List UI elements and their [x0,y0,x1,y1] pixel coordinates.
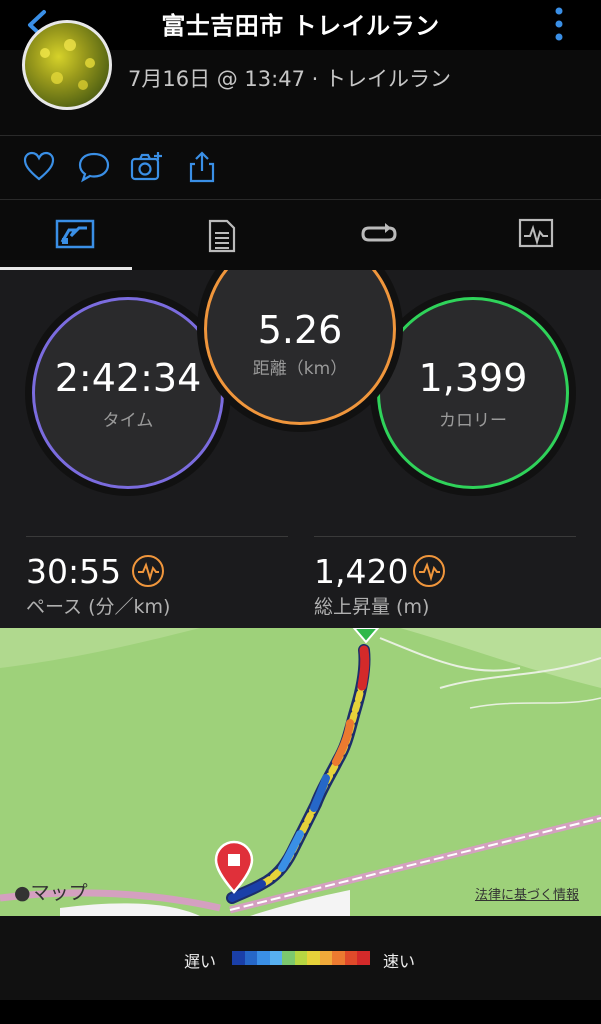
distance-ring: 5.26 距離（km） [204,270,396,425]
map-legal-link[interactable]: 法律に基づく情報 [475,884,579,903]
divider [26,536,288,537]
time-label: タイム [102,410,154,431]
legend-swatch [357,951,371,965]
legend-swatch [294,951,308,965]
heart-icon[interactable] [22,150,56,184]
overview-icon [55,219,95,249]
calories-ring: 1,399 カロリー [377,297,569,489]
tab-laps[interactable] [304,200,454,270]
pace-value: 30:55 [26,552,122,591]
document-icon [208,219,236,253]
tab-details[interactable] [147,200,297,270]
laps-icon [361,223,397,242]
share-icon[interactable] [185,150,219,184]
apple-logo-icon: ● [14,882,31,904]
activity-datetime: 7月16日 @ 13:47 · トレイルラン [128,67,451,91]
route-map[interactable]: ●マップ 法律に基づく情報 [0,628,601,916]
legend-slow-label: 遅い [184,952,217,971]
stats-panel: 2:42:34 タイム 5.26 距離（km） 1,399 カロリー 30:55… [0,270,601,628]
maps-logo: ●マップ [14,882,88,904]
add-photo-icon[interactable] [130,150,164,184]
legend-swatch [257,951,270,965]
more-menu-icon[interactable] [553,6,565,42]
legend-swatch [269,951,283,965]
ascent-label: 総上昇量 (m) [314,596,430,618]
legend-swatch [244,951,258,965]
legend-swatch [332,951,345,965]
legend-color-bar [232,951,371,965]
comment-icon[interactable] [77,150,111,184]
calories-value: 1,399 [418,355,528,400]
social-actions [0,136,601,200]
calories-label: カロリー [439,410,507,431]
chart-icon [518,218,554,248]
ascent-value: 1,420 [314,552,409,591]
legend-swatch [319,951,333,965]
map-canvas [0,628,601,916]
distance-label: 距離（km） [252,359,348,379]
pace-legend: 遅い 速い [0,916,601,1000]
time-value: 2:42:34 [54,355,202,400]
start-pin [352,628,380,644]
legend-fast-label: 速い [383,952,416,971]
legend-swatch [307,951,320,965]
avatar[interactable] [22,20,112,110]
legend-swatch [344,951,358,965]
ascent-chart-icon[interactable] [413,555,445,587]
activity-info-row: 7月16日 @ 13:47 · トレイルラン [0,20,601,136]
bottom-strip [0,1000,601,1024]
pace-label: ペース (分／km) [26,596,171,618]
divider [314,536,576,537]
tab-charts[interactable] [461,200,601,270]
time-ring: 2:42:34 タイム [32,297,224,489]
distance-value: 5.26 [257,308,343,352]
finish-pin [214,840,254,894]
tab-overview[interactable] [0,200,150,270]
legend-swatch [282,951,295,965]
legend-swatch [232,951,245,965]
activity-tabs [0,200,601,270]
pace-chart-icon[interactable] [132,555,164,587]
